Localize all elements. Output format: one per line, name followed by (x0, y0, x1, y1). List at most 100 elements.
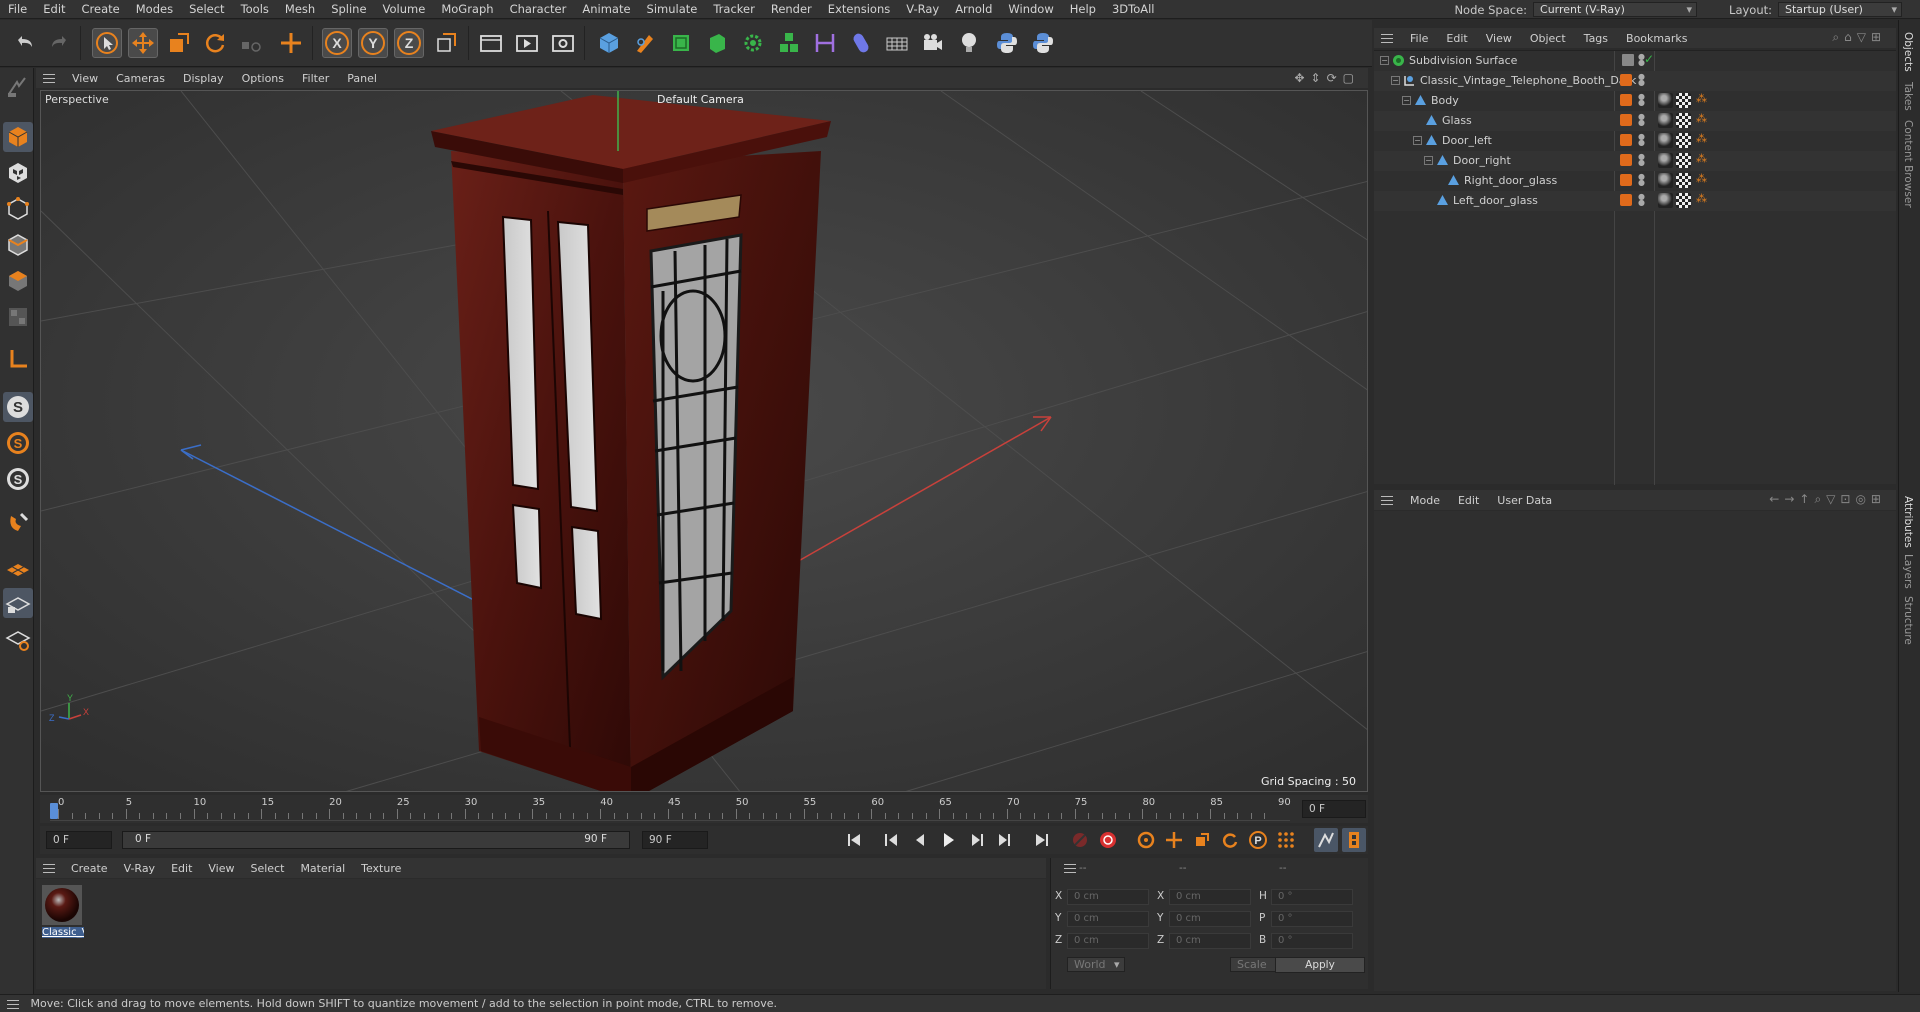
material-menu-select[interactable]: Select (243, 862, 293, 875)
object-name[interactable]: Body (1431, 94, 1459, 107)
phong-tag-icon[interactable]: ⁂ (1696, 152, 1711, 167)
menu-simulate[interactable]: Simulate (639, 2, 706, 16)
node-space-dropdown[interactable]: Current (V-Ray) (1533, 2, 1698, 17)
uvw-tag-icon[interactable] (1676, 113, 1691, 128)
viewport-menu-cameras[interactable]: Cameras (107, 72, 174, 85)
menu-modes[interactable]: Modes (128, 2, 181, 16)
viewport-menu-display[interactable]: Display (174, 72, 233, 85)
material-tag-icon[interactable] (1658, 193, 1673, 208)
polygons-mode-button[interactable] (3, 266, 33, 296)
menu-mograph[interactable]: MoGraph (433, 2, 501, 16)
enabled-check-icon[interactable]: ✓ (1644, 52, 1654, 66)
object-name[interactable]: Glass (1442, 114, 1472, 127)
phong-tag-icon[interactable]: ⁂ (1696, 112, 1711, 127)
material-menu-view[interactable]: View (200, 862, 242, 875)
coordinates-hamburger-icon[interactable] (1064, 864, 1076, 873)
go-to-end-button[interactable] (1030, 828, 1054, 852)
tab-attributes[interactable]: Attributes (1902, 496, 1914, 548)
attributes-hamburger-icon[interactable] (1381, 495, 1393, 505)
keyframe-selection-button[interactable] (1134, 828, 1158, 852)
viewport-menu-panel[interactable]: Panel (338, 72, 386, 85)
workplane-snap-button[interactable]: S (3, 464, 33, 494)
pen-spline-button[interactable] (630, 28, 660, 58)
menu-render[interactable]: Render (763, 2, 820, 16)
field-button[interactable] (846, 28, 876, 58)
previous-key-button[interactable] (880, 828, 904, 852)
uvw-tag-icon[interactable] (1676, 193, 1691, 208)
redo-button[interactable] (44, 28, 74, 58)
uvw-tag-icon[interactable] (1676, 133, 1691, 148)
uvw-tag-icon[interactable] (1676, 93, 1691, 108)
python-plugin-button[interactable] (1028, 28, 1058, 58)
menu-animate[interactable]: Animate (574, 2, 638, 16)
phong-tag-icon[interactable]: ⁂ (1696, 132, 1711, 147)
object-name[interactable]: Classic_Vintage_Telephone_Booth_Dark (1420, 74, 1636, 87)
visibility-dots-icon[interactable]: ● ● (1638, 193, 1645, 208)
viewport-camera-label[interactable]: Default Camera (657, 93, 744, 106)
menu-select[interactable]: Select (181, 2, 232, 16)
rotate-tool-button[interactable] (200, 28, 230, 58)
material-tag-icon[interactable] (1658, 153, 1673, 168)
playhead-marker[interactable] (50, 803, 58, 819)
material-tag-icon[interactable] (1658, 113, 1673, 128)
timeline-window-button[interactable] (1342, 828, 1366, 852)
uvw-tag-icon[interactable] (1676, 173, 1691, 188)
motion-system-button[interactable] (1314, 828, 1338, 852)
tab-content-browser[interactable]: Content Browser (1902, 120, 1914, 208)
edit-mode-toggle-icon[interactable] (1622, 54, 1634, 66)
preview-range-slider[interactable]: 0 F 90 F (122, 831, 630, 849)
layer-color-swatch[interactable] (1620, 194, 1632, 206)
object-row[interactable]: − Door_right ● ● ⁂ (1374, 151, 1896, 171)
extrude-generator-button[interactable] (702, 28, 732, 58)
menu-spline[interactable]: Spline (323, 2, 374, 16)
light-button[interactable] (954, 28, 984, 58)
make-editable-button[interactable] (3, 72, 33, 102)
snap-toggle-button[interactable]: S (3, 392, 33, 422)
menu-file[interactable]: File (0, 2, 35, 16)
object-row[interactable]: − Subdivision Surface ✓ ● ● (1374, 51, 1896, 71)
attributes-nav-icons[interactable]: ←→↑⌕▽⊡◎⊞ (1769, 492, 1886, 507)
tree-collapse-icon[interactable]: − (1424, 156, 1433, 165)
pos-z-field[interactable]: 0 cm (1067, 933, 1149, 949)
object-menu-file[interactable]: File (1401, 32, 1437, 45)
material-hamburger-icon[interactable] (43, 863, 55, 873)
object-name[interactable]: Door_right (1453, 154, 1511, 167)
snap-settings-button[interactable]: S (3, 428, 33, 458)
layer-color-swatch[interactable] (1620, 94, 1632, 106)
tree-collapse-icon[interactable]: − (1402, 96, 1411, 105)
menu-arnold[interactable]: Arnold (947, 2, 1000, 16)
menu-create[interactable]: Create (74, 2, 128, 16)
menu-extensions[interactable]: Extensions (820, 2, 898, 16)
material-menu-edit[interactable]: Edit (163, 862, 200, 875)
material-tag-icon[interactable] (1658, 173, 1673, 188)
visibility-dots-icon[interactable]: ● ● (1638, 53, 1645, 68)
material-swatch[interactable]: Classic_V (42, 885, 84, 945)
undo-button[interactable] (10, 28, 40, 58)
coordinate-mode-dropdown[interactable]: World (1067, 957, 1125, 972)
tab-structure[interactable]: Structure (1902, 596, 1914, 645)
end-frame-field[interactable]: 90 F (642, 831, 708, 849)
live-selection-button[interactable] (92, 28, 122, 58)
layer-color-swatch[interactable] (1620, 134, 1632, 146)
layer-color-swatch[interactable] (1620, 114, 1632, 126)
menu-character[interactable]: Character (502, 2, 575, 16)
play-button[interactable] (936, 828, 960, 852)
attributes-menu-user-data[interactable]: User Data (1488, 494, 1561, 507)
previous-frame-button[interactable] (908, 828, 932, 852)
rot-b-field[interactable]: 0 ° (1271, 933, 1353, 949)
mograph-cloner-button[interactable] (774, 28, 804, 58)
move-tool-button[interactable] (128, 28, 158, 58)
uvw-tag-icon[interactable] (1676, 153, 1691, 168)
axis-mode-button[interactable] (3, 344, 33, 374)
menu-3dtoall[interactable]: 3DToAll (1104, 2, 1163, 16)
size-y-field[interactable]: 0 cm (1169, 911, 1251, 927)
go-to-start-button[interactable] (842, 828, 866, 852)
phong-tag-icon[interactable]: ⁂ (1696, 172, 1711, 187)
size-z-field[interactable]: 0 cm (1169, 933, 1251, 949)
layout-dropdown[interactable]: Startup (User) (1778, 2, 1902, 17)
lock-y-axis-button[interactable]: Y (358, 28, 388, 58)
object-hamburger-icon[interactable] (1381, 33, 1393, 43)
python-script-button[interactable] (992, 28, 1022, 58)
next-key-button[interactable] (992, 828, 1016, 852)
object-name[interactable]: Right_door_glass (1464, 174, 1557, 187)
